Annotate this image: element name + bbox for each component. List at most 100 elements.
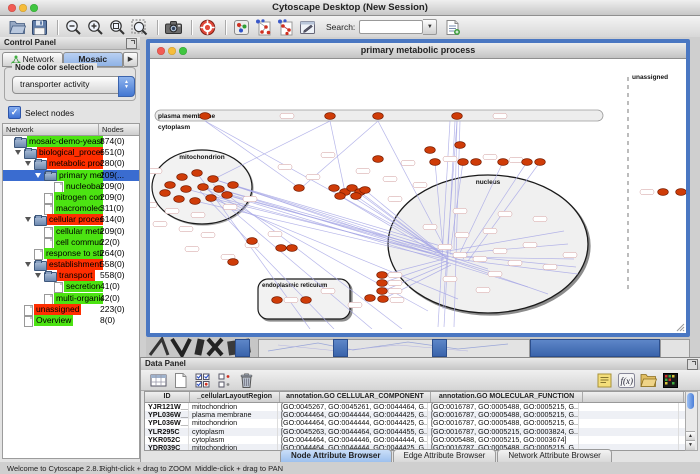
notes-icon[interactable] [595, 371, 614, 390]
more-tabs-button[interactable]: ▶ [123, 52, 138, 67]
column-layout-icon[interactable] [149, 371, 168, 390]
network-node[interactable] [522, 159, 533, 166]
tree-row[interactable]: secretion41(0) [3, 281, 139, 292]
select-attributes-icon[interactable] [193, 371, 212, 390]
tree-row[interactable]: biological_process651(0) [3, 147, 139, 158]
expand-arrow-icon[interactable] [15, 150, 21, 155]
zoom-view-icon[interactable] [179, 47, 187, 55]
tree-row[interactable]: multi-organism pro42(0) [3, 293, 139, 304]
zoom-in-icon[interactable] [86, 18, 105, 37]
network-node[interactable] [351, 193, 362, 200]
expand-arrow-icon[interactable] [35, 173, 41, 178]
tree-row[interactable]: macromolecule311(0) [3, 203, 139, 214]
table-row[interactable]: YJR121W__1mitochondrion[GO:0045267, GO:0… [145, 403, 688, 411]
column-header[interactable]: ID [145, 392, 190, 402]
tree-row[interactable]: unassigned223(0) [3, 304, 139, 315]
new-network-all-edges-icon[interactable] [254, 18, 273, 37]
network-node[interactable] [430, 159, 441, 166]
tab-network-attribute-browser[interactable]: Network Attribute Browser [497, 449, 611, 462]
network-node[interactable] [378, 296, 389, 303]
formula-builder-icon[interactable]: f(x) [617, 371, 636, 390]
open-icon[interactable] [8, 18, 27, 37]
zoom-selected-icon[interactable] [130, 18, 149, 37]
tree-row[interactable]: metabolic process280(0) [3, 158, 139, 169]
expand-arrow-icon[interactable] [25, 217, 31, 222]
table-row[interactable]: YLR295Ccytoplasm[GO:0045263, GO:0044464,… [145, 428, 688, 436]
search-dropdown-icon[interactable]: ▼ [423, 19, 437, 35]
tree-row[interactable]: mosaic-demo-yeast874(0) [3, 136, 139, 147]
table-row[interactable]: YKR052Ccytoplasm[GO:0044464, GO:0044446,… [145, 436, 688, 444]
minimize-window-icon[interactable] [19, 4, 27, 12]
network-node[interactable] [247, 238, 258, 245]
column-header[interactable] [583, 392, 684, 402]
float-data-panel-icon[interactable] [687, 359, 698, 370]
network-node[interactable] [471, 159, 482, 166]
create-attribute-icon[interactable] [171, 371, 190, 390]
vizmapper-icon[interactable] [232, 18, 251, 37]
network-node[interactable] [535, 159, 546, 166]
network-node[interactable] [287, 245, 298, 252]
network-node[interactable] [174, 196, 185, 203]
tab-edge-attribute-browser[interactable]: Edge Attribute Browser [393, 449, 497, 462]
network-node[interactable] [181, 186, 192, 193]
network-node[interactable] [208, 176, 219, 183]
tree-row[interactable]: transport558(0) [3, 270, 139, 281]
tree-row[interactable]: primary metabo209(... [3, 170, 139, 181]
network-node[interactable] [228, 259, 239, 266]
matrix-view-icon[interactable] [661, 371, 680, 390]
resize-grip-icon[interactable] [676, 323, 685, 332]
zoom-window-icon[interactable] [30, 4, 38, 12]
table-row[interactable]: YPL036W__2plasma membrane[GO:0044464, GO… [145, 411, 688, 419]
network-node[interactable] [192, 170, 203, 177]
network-node[interactable] [272, 297, 283, 304]
save-icon[interactable] [30, 18, 49, 37]
network-node[interactable] [377, 288, 388, 295]
search-input[interactable] [359, 20, 423, 34]
node-color-dropdown[interactable]: transporter activity ▲▼ [12, 76, 135, 94]
network-node[interactable] [658, 189, 669, 196]
expand-arrow-icon[interactable] [25, 161, 31, 166]
tree-row[interactable]: nitrogen compo209(0) [3, 192, 139, 203]
network-node[interactable] [377, 272, 388, 279]
network-node[interactable] [160, 190, 171, 197]
network-node[interactable] [165, 182, 176, 189]
import-attributes-icon[interactable] [639, 371, 658, 390]
tree-row[interactable]: nucleobase-209(0) [3, 181, 139, 192]
zoom-fit-icon[interactable] [108, 18, 127, 37]
tree-row[interactable]: establishment of lo558(0) [3, 259, 139, 270]
network-node[interactable] [222, 192, 233, 199]
network-node[interactable] [452, 113, 463, 120]
table-scrollbar[interactable]: ▲ ▼ [685, 391, 698, 451]
close-window-icon[interactable] [8, 4, 16, 12]
network-node[interactable] [365, 295, 376, 302]
column-header[interactable]: annotation.GO CELLULAR_COMPONENT [280, 392, 431, 402]
float-panel-icon[interactable] [126, 38, 137, 49]
network-node[interactable] [377, 280, 388, 287]
network-node[interactable] [301, 297, 312, 304]
column-header[interactable]: _cellularLayoutRegion [190, 392, 280, 402]
table-row[interactable]: YPL036W__1mitochondrion[GO:0044464, GO:0… [145, 419, 688, 427]
expand-arrow-icon[interactable] [35, 273, 41, 278]
network-node[interactable] [676, 189, 686, 196]
column-header[interactable]: annotation.GO MOLECULAR_FUNCTION [431, 392, 583, 402]
tree-row[interactable]: Overview8(0) [3, 315, 139, 326]
network-node[interactable] [425, 147, 436, 154]
scrollbar-thumb[interactable] [687, 393, 694, 409]
close-view-icon[interactable] [157, 47, 165, 55]
network-node[interactable] [360, 187, 371, 194]
network-node[interactable] [458, 159, 469, 166]
tree-row[interactable]: response to stimulu264(0) [3, 248, 139, 259]
network-node[interactable] [329, 185, 340, 192]
network-node[interactable] [228, 182, 239, 189]
network-node[interactable] [373, 156, 384, 163]
select-nodes-checkbox[interactable]: ✓ [8, 106, 21, 119]
scroll-down-icon[interactable]: ▼ [686, 440, 695, 450]
snapshot-icon[interactable] [164, 18, 183, 37]
network-node[interactable] [190, 198, 201, 205]
network-node[interactable] [455, 142, 466, 149]
import-annotation-icon[interactable] [443, 18, 462, 37]
network-node[interactable] [325, 113, 336, 120]
network-node[interactable] [198, 184, 209, 191]
network-node[interactable] [335, 193, 346, 200]
tab-node-attribute-browser[interactable]: Node Attribute Browser [280, 449, 392, 462]
